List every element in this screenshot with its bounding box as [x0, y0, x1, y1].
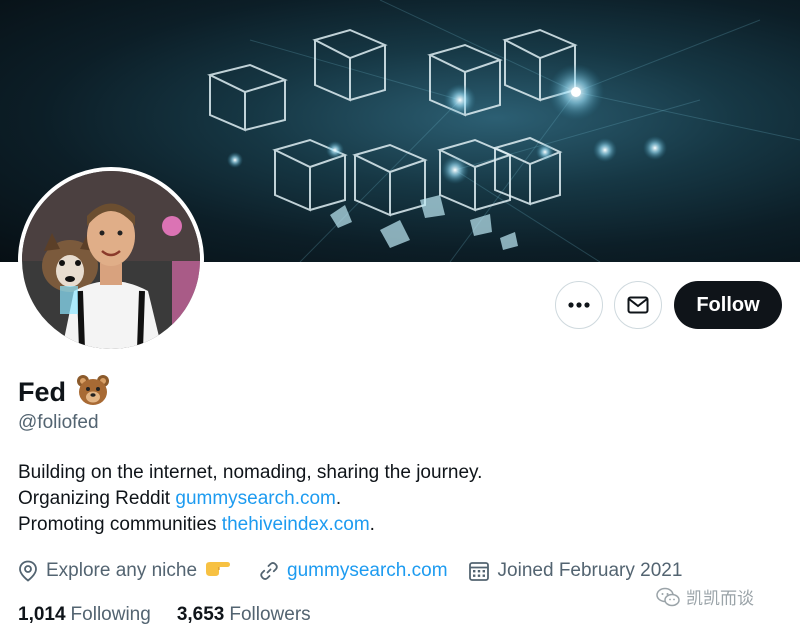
profile-avatar[interactable] — [18, 167, 204, 353]
bio-line: Building on the internet, nomading, shar… — [18, 460, 482, 486]
website-item: gummysearch.com — [259, 560, 448, 582]
more-options-button[interactable] — [555, 281, 603, 329]
profile-bio: Building on the internet, nomading, shar… — [18, 460, 482, 538]
joined-item: Joined February 2021 — [468, 560, 683, 582]
bio-line: Organizing Reddit gummysearch.com. — [18, 486, 482, 512]
bio-line: Promoting communities thehiveindex.com. — [18, 512, 482, 538]
profile-stats: 1,014 Following 3,653 Followers — [18, 604, 337, 626]
backhand-index-pointing-right-emoji — [205, 559, 239, 583]
followers-label: Followers — [229, 604, 311, 625]
more-horizontal-icon — [568, 302, 590, 308]
profile-handle: @foliofed — [18, 412, 99, 433]
calendar-icon — [468, 562, 489, 581]
bio-text: . — [335, 488, 342, 509]
bio-text: . — [369, 514, 375, 535]
location-text: Explore any niche — [46, 560, 198, 581]
follow-button[interactable]: Follow — [674, 281, 782, 329]
watermark-text: 凯凯而谈 — [686, 589, 754, 608]
display-name: Fed — [18, 377, 67, 407]
message-button[interactable] — [614, 281, 662, 329]
bio-text: Building on the internet, nomading, shar… — [18, 462, 483, 483]
following-count: 1,014 — [18, 604, 66, 625]
watermark: 凯凯而谈 — [656, 584, 754, 609]
link-icon — [260, 562, 278, 580]
envelope-icon — [627, 296, 649, 314]
avatar-photo — [22, 171, 200, 349]
bio-text: Organizing Reddit — [18, 488, 176, 509]
bio-text: Promoting communities — [18, 514, 222, 535]
bear-face-emoji — [76, 374, 110, 411]
followers-stat[interactable]: 3,653 Followers — [177, 604, 311, 626]
following-stat[interactable]: 1,014 Following — [18, 604, 151, 626]
display-name-row: Fed — [18, 374, 110, 411]
followers-count: 3,653 — [176, 604, 225, 625]
wechat-icon — [656, 587, 680, 606]
bio-link-thehiveindex[interactable]: thehiveindex.com — [222, 514, 370, 535]
joined-text: Joined February 2021 — [497, 560, 683, 581]
location-pin-icon — [19, 560, 37, 582]
location-item: Explore any niche — [18, 559, 239, 583]
bio-link-gummysearch[interactable]: gummysearch.com — [175, 488, 336, 509]
following-label: Following — [70, 604, 151, 625]
profile-meta: Explore any niche gummysearch.com Joined… — [18, 559, 702, 583]
website-link[interactable]: gummysearch.com — [287, 560, 448, 582]
